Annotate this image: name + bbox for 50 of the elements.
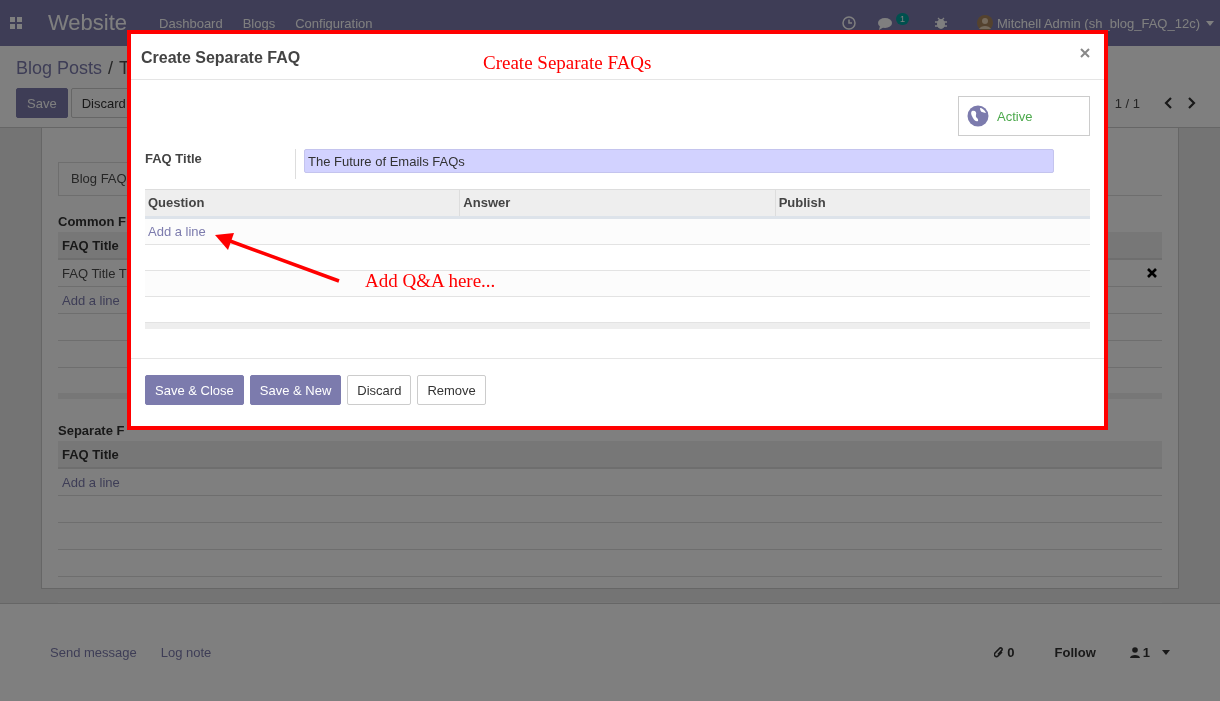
- bug-icon[interactable]: [934, 16, 947, 30]
- globe-icon: [967, 105, 989, 127]
- menu-item[interactable]: Dashboard: [159, 15, 223, 31]
- add-line-link[interactable]: Add a line: [148, 224, 206, 239]
- breadcrumb-link[interactable]: Blog Posts: [16, 58, 103, 79]
- message-count: 1: [895, 13, 909, 25]
- annotation-text: Add Q&A here...: [365, 270, 496, 292]
- paperclip-icon[interactable]: [994, 646, 1005, 659]
- column-header: Publish: [774, 190, 1090, 216]
- add-line-link[interactable]: Add a line: [62, 292, 120, 308]
- menu-item[interactable]: Blogs: [242, 15, 276, 31]
- app-name: Website: [48, 10, 128, 36]
- column-header: FAQ Title: [62, 446, 119, 462]
- avatar-icon[interactable]: [976, 15, 993, 31]
- log-note-link[interactable]: Log note: [160, 645, 212, 660]
- attachment-count[interactable]: 0: [1007, 645, 1015, 660]
- follow-button[interactable]: Follow: [1054, 645, 1096, 660]
- user-menu[interactable]: Mitchell Admin (sh_blog_FAQ_12c): [996, 15, 1200, 31]
- pager-value: 1 / 1: [1114, 95, 1140, 111]
- caret-icon[interactable]: [1206, 20, 1214, 26]
- person-icon[interactable]: [1129, 647, 1140, 658]
- annotation-text: Create Separate FAQs: [483, 52, 652, 74]
- column-header: Question: [147, 194, 206, 212]
- table-cell: FAQ Title T: [62, 265, 127, 281]
- add-line-link[interactable]: Add a line: [62, 474, 120, 490]
- dialog-button[interactable]: Discard: [347, 375, 412, 405]
- dialog-button[interactable]: Save & New: [249, 375, 342, 405]
- field-label: FAQ Title: [145, 151, 203, 166]
- section-title: Separate F: [58, 423, 126, 438]
- active-toggle-button[interactable]: Active: [958, 96, 1090, 136]
- column-header: FAQ Title: [62, 237, 119, 253]
- dialog-button[interactable]: Save & Close: [145, 375, 244, 405]
- form-button[interactable]: Save: [16, 88, 68, 118]
- dialog-button[interactable]: Remove: [417, 375, 486, 405]
- clock-icon[interactable]: [841, 16, 856, 30]
- follower-count[interactable]: 1: [1142, 645, 1150, 660]
- close-icon[interactable]: [1080, 47, 1090, 58]
- apps-menu-icon[interactable]: [10, 17, 22, 29]
- caret-icon[interactable]: [1162, 650, 1170, 655]
- previous-icon[interactable]: [1164, 97, 1172, 109]
- menu-item[interactable]: Configuration: [295, 15, 373, 31]
- dialog-title: Create Separate FAQ: [141, 48, 301, 67]
- title-input-field[interactable]: The Future of Emails FAQs: [304, 149, 1054, 173]
- section-title: Common F: [58, 214, 127, 229]
- next-icon[interactable]: [1188, 97, 1196, 109]
- delete-icon[interactable]: [1147, 268, 1157, 278]
- send-message-link[interactable]: Send message: [50, 645, 137, 660]
- breadcrumb-separator: /: [108, 58, 114, 79]
- column-header: Answer: [459, 190, 775, 216]
- chat-icon[interactable]: [877, 16, 894, 30]
